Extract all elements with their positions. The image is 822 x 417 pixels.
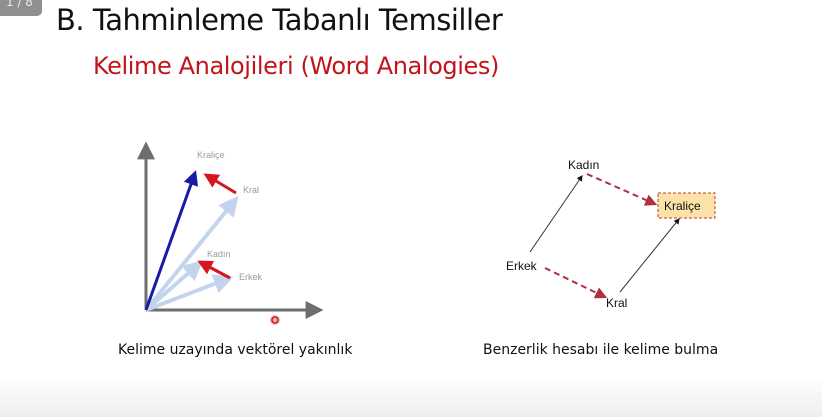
arrow-man-to-woman [529, 175, 583, 253]
page-indicator-label: 1 / 8 [6, 0, 33, 9]
slide-title: B. Tahminleme Tabanlı Temsiller [56, 3, 503, 37]
label-queen: Kraliçe [664, 199, 701, 213]
arrow-king-to-queen [619, 218, 680, 293]
dashed-arrow-man-to-king [544, 267, 608, 299]
label-man: Erkek [239, 272, 263, 282]
page-indicator: 1 / 8 [0, 0, 42, 16]
analogy-diagram: Kraliçe Kadın Erkek Kral [506, 158, 716, 310]
difference-vector-top [203, 173, 237, 195]
right-figure-caption: Benzerlik hesabı ile kelime bulma [483, 342, 719, 358]
label-woman: Kadın [568, 158, 599, 172]
label-woman: Kadın [207, 249, 231, 259]
difference-vector-bottom [197, 260, 231, 280]
bottom-shade [0, 377, 822, 417]
left-figure-caption: Kelime uzayında vektörel yakınlık [118, 342, 353, 358]
label-man: Erkek [506, 259, 538, 273]
label-king: Kral [606, 296, 627, 310]
dashed-arrow-woman-to-queen [586, 173, 658, 206]
slide-subtitle: Kelime Analojileri (Word Analogies) [93, 52, 499, 80]
label-king: Kral [243, 185, 259, 195]
vector-space-diagram: Kraliçe Kral Kadın Erkek [137, 141, 324, 325]
label-queen: Kraliçe [197, 150, 225, 160]
